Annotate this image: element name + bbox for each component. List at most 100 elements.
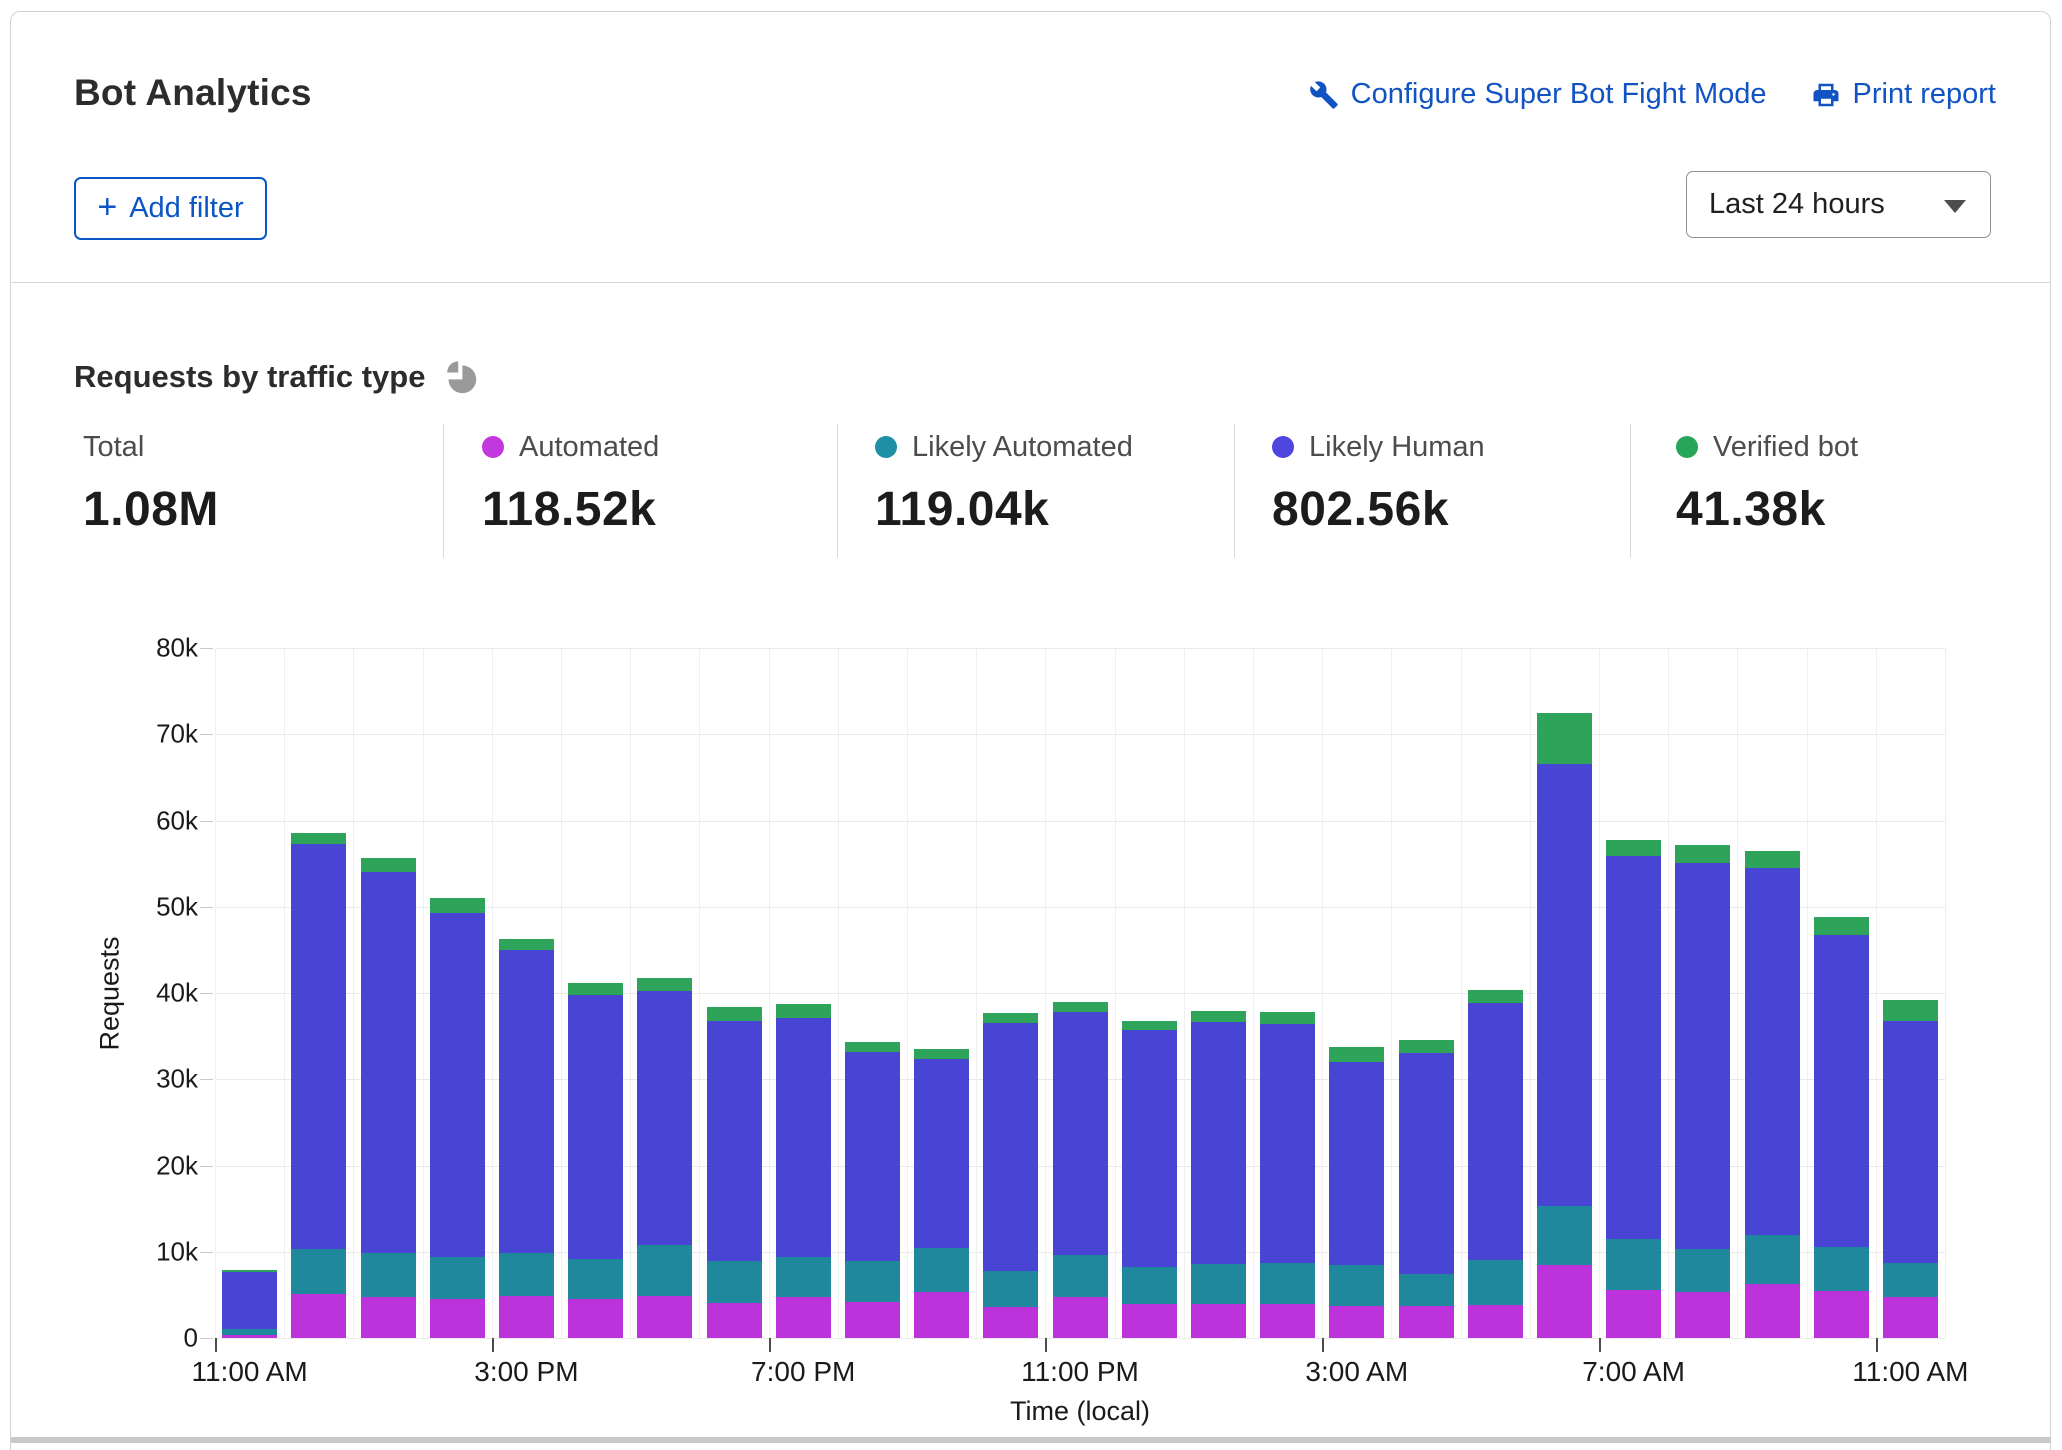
bar-4-00-am[interactable] — [1399, 1040, 1454, 1338]
stat-total-label: Total — [83, 431, 144, 464]
section-title: Requests by traffic type — [74, 359, 425, 395]
bar-10-00-am[interactable] — [1814, 917, 1869, 1338]
bar-6-00-am[interactable] — [1537, 713, 1592, 1338]
bar-segment-verified-bot — [1537, 713, 1592, 765]
bar-segment-likely-human — [1260, 1024, 1315, 1263]
bar-7-00-pm[interactable] — [776, 1004, 831, 1338]
bar-11-00-am[interactable] — [222, 1270, 277, 1338]
gridline-v — [1737, 648, 1738, 1338]
bar-segment-likely-human — [1329, 1062, 1384, 1265]
printer-icon — [1811, 80, 1841, 110]
bar-segment-automated — [1191, 1304, 1246, 1339]
bar-4-00-pm[interactable] — [568, 983, 623, 1338]
gridline-v — [1599, 648, 1600, 1338]
bar-segment-likely-human — [914, 1059, 969, 1249]
bar-segment-likely-automated — [1053, 1255, 1108, 1297]
stat-likely-human-value: 802.56k — [1272, 482, 1485, 537]
bar-12-00-pm[interactable] — [291, 833, 346, 1338]
bar-segment-likely-human — [1053, 1012, 1108, 1255]
stat-likely-automated-value: 119.04k — [875, 482, 1133, 537]
bar-2-00-am[interactable] — [1260, 1012, 1315, 1338]
gridline-v — [907, 648, 908, 1338]
bar-segment-verified-bot — [1329, 1047, 1384, 1063]
bar-9-00-pm[interactable] — [914, 1049, 969, 1338]
bar-12-00-am[interactable] — [1122, 1021, 1177, 1338]
bar-5-00-am[interactable] — [1468, 990, 1523, 1338]
bar-segment-likely-automated — [776, 1257, 831, 1298]
stat-divider — [443, 424, 444, 558]
bar-segment-likely-human — [1745, 868, 1800, 1235]
verified-bot-dot — [1676, 436, 1698, 458]
bar-8-00-am[interactable] — [1675, 845, 1730, 1338]
bar-segment-likely-automated — [1814, 1247, 1869, 1291]
bar-11-00-am[interactable] — [1883, 1000, 1938, 1338]
stat-divider — [837, 424, 838, 558]
bar-segment-verified-bot — [1606, 840, 1661, 856]
bar-segment-likely-human — [983, 1023, 1038, 1271]
bar-segment-verified-bot — [1260, 1012, 1315, 1024]
stat-verified-bot-value: 41.38k — [1676, 482, 1858, 537]
bar-3-00-pm[interactable] — [499, 939, 554, 1338]
bar-7-00-am[interactable] — [1606, 840, 1661, 1338]
gridline-v — [284, 648, 285, 1338]
bar-segment-verified-bot — [1191, 1011, 1246, 1022]
pie-chart-icon — [443, 360, 479, 396]
bar-segment-likely-human — [707, 1021, 762, 1262]
bar-segment-likely-automated — [1329, 1265, 1384, 1306]
bar-segment-automated — [1745, 1284, 1800, 1338]
bar-segment-verified-bot — [1745, 851, 1800, 868]
bar-segment-likely-human — [1675, 863, 1730, 1249]
stat-total: Total 1.08M — [83, 430, 219, 537]
bar-segment-likely-human — [1883, 1021, 1938, 1263]
bar-segment-automated — [1122, 1304, 1177, 1338]
bar-segment-likely-human — [1399, 1053, 1454, 1275]
bar-segment-verified-bot — [983, 1013, 1038, 1023]
bar-segment-likely-automated — [845, 1261, 900, 1302]
bar-segment-verified-bot — [1814, 917, 1869, 935]
stat-divider — [1630, 424, 1631, 558]
bar-6-00-pm[interactable] — [707, 1007, 762, 1338]
add-filter-button[interactable]: + Add filter — [74, 177, 267, 240]
time-range-select[interactable]: Last 24 hours — [1686, 171, 1991, 238]
gridline-v — [1253, 648, 1254, 1338]
automated-dot — [482, 436, 504, 458]
bar-segment-automated — [1468, 1305, 1523, 1338]
gridline-v — [561, 648, 562, 1338]
stat-likely-human-label: Likely Human — [1309, 431, 1485, 464]
bar-1-00-pm[interactable] — [361, 858, 416, 1338]
bar-segment-verified-bot — [637, 978, 692, 991]
bar-9-00-am[interactable] — [1745, 851, 1800, 1338]
gridline-v — [1668, 648, 1669, 1338]
bar-8-00-pm[interactable] — [845, 1042, 900, 1338]
stat-automated: Automated 118.52k — [482, 430, 659, 537]
bar-segment-likely-human — [776, 1018, 831, 1257]
bar-segment-verified-bot — [776, 1004, 831, 1018]
gridline-v — [699, 648, 700, 1338]
bar-segment-verified-bot — [1053, 1002, 1108, 1012]
configure-super-bot-fight-mode-link[interactable]: Configure Super Bot Fight Mode — [1309, 78, 1767, 111]
bar-segment-automated — [291, 1294, 346, 1338]
print-report-link[interactable]: Print report — [1811, 78, 1996, 111]
bar-segment-likely-human — [845, 1052, 900, 1262]
bar-10-00-pm[interactable] — [983, 1013, 1038, 1338]
bar-segment-likely-human — [222, 1272, 277, 1329]
bar-segment-likely-automated — [1260, 1263, 1315, 1304]
bar-segment-likely-human — [430, 913, 485, 1257]
page-title: Bot Analytics — [74, 72, 312, 114]
bar-segment-likely-human — [1122, 1030, 1177, 1267]
bar-5-00-pm[interactable] — [637, 978, 692, 1338]
likely-automated-dot — [875, 436, 897, 458]
bar-3-00-am[interactable] — [1329, 1047, 1384, 1339]
bar-segment-likely-automated — [1606, 1239, 1661, 1290]
configure-link-label: Configure Super Bot Fight Mode — [1351, 78, 1767, 111]
gridline-v — [1876, 648, 1877, 1338]
header-links: Configure Super Bot Fight Mode Print rep… — [1309, 78, 1996, 111]
bar-segment-likely-human — [291, 844, 346, 1249]
bar-segment-automated — [1053, 1297, 1108, 1338]
gridline-v — [630, 648, 631, 1338]
bar-1-00-am[interactable] — [1191, 1011, 1246, 1338]
stat-verified-bot-label: Verified bot — [1713, 431, 1858, 464]
gridline-h — [215, 648, 1945, 649]
bar-2-00-pm[interactable] — [430, 898, 485, 1338]
bar-11-00-pm[interactable] — [1053, 1002, 1108, 1338]
